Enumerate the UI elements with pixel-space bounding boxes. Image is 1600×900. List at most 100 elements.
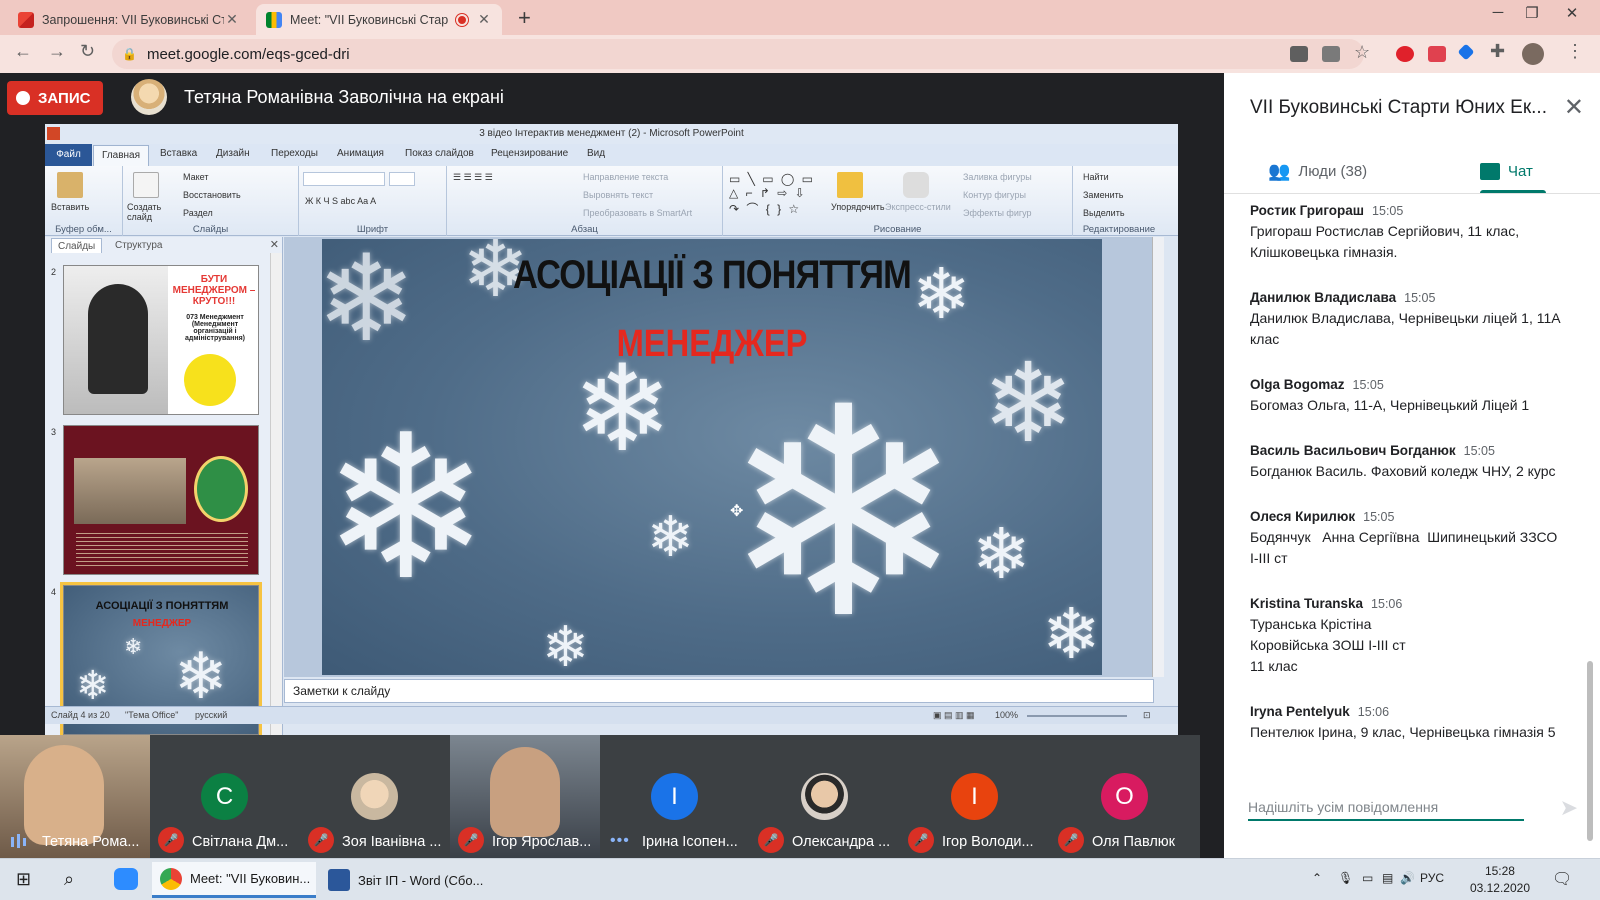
tab-chat[interactable]: Чат	[1480, 149, 1533, 193]
quick-styles-button[interactable]: Экспресс-стили	[885, 202, 951, 212]
thumb-title: БУТИ МЕНЕДЖЕРОМ – КРУТО!!!	[172, 274, 256, 307]
tab-meet[interactable]: Meet: "VII Буковинські Стар ✕	[256, 4, 502, 35]
new-tab-button[interactable]: +	[518, 5, 531, 31]
ribbon-tab-view[interactable]: Вид	[587, 148, 605, 159]
zoom-app-icon[interactable]	[114, 868, 138, 890]
bookmark-star-icon[interactable]: ☆	[1354, 42, 1370, 63]
text-direction-button[interactable]: Направление текста	[583, 172, 668, 182]
view-buttons[interactable]: ▣ ▤ ▥ ▦	[933, 710, 975, 721]
search-icon[interactable]: ⌕	[64, 869, 74, 890]
participant-tile[interactable]: Тетяна Рома...	[0, 735, 150, 858]
close-window-button[interactable]: ✕	[1552, 4, 1592, 22]
shapes-gallery[interactable]: ▭ ╲ ▭ ◯ ▭ △ ⌐ ↱ ⇨ ⇩ ↷ ⌒ { } ☆	[729, 172, 815, 217]
blue-extension-icon[interactable]	[1457, 43, 1475, 61]
find-button[interactable]: Найти	[1083, 172, 1109, 182]
current-slide[interactable]: ❄ ❄ ❄ ❄ ❄ ❄ ❄ ❄ ❄ ❄ ❄ АСОЦІАЦІЇ З ПОНЯТТ…	[322, 239, 1102, 675]
snowflake-icon: ❄	[76, 664, 110, 708]
arrange-icon	[837, 172, 863, 198]
battery-icon[interactable]: ▭	[1362, 871, 1373, 885]
back-icon[interactable]: ←	[14, 41, 32, 62]
slide-thumbnail[interactable]	[63, 425, 259, 575]
close-tab-icon[interactable]: ✕	[476, 11, 492, 28]
thumb-number: 4	[51, 587, 57, 597]
layout-button[interactable]: Макет	[183, 172, 208, 182]
notifications-icon[interactable]: 🗨	[1552, 869, 1572, 889]
url-bar[interactable]: 🔒 meet.google.com/eqs-gced-dri	[112, 39, 1364, 69]
chat-input[interactable]: Надішліть усім повідомлення	[1248, 791, 1524, 821]
zoom-slider[interactable]	[1027, 715, 1127, 717]
ribbon-tab-design[interactable]: Дизайн	[216, 148, 250, 159]
recording-badge[interactable]: ЗАПИС	[7, 81, 103, 115]
ribbon-tab-slideshow[interactable]: Показ слайдов	[405, 148, 474, 159]
message-line: Григораш Ростислав Сергійович, 11 клас,	[1250, 223, 1520, 239]
participant-video	[24, 745, 104, 845]
slide-notes[interactable]: Заметки к слайду	[284, 679, 1154, 703]
ribbon-tab-animation[interactable]: Анимация	[337, 148, 384, 159]
tray-chevron-icon[interactable]: ⌃	[1312, 871, 1322, 885]
extensions-puzzle-icon[interactable]: ✚	[1490, 41, 1505, 62]
participant-tile[interactable]: І 🎤 Ігор Володи...	[900, 735, 1050, 858]
taskbar-clock[interactable]: 15:28 03.12.2020	[1470, 863, 1530, 897]
shape-fill-button[interactable]: Заливка фигуры	[963, 172, 1032, 182]
reload-icon[interactable]: ↻	[80, 41, 95, 62]
section-button[interactable]: Раздел	[183, 208, 213, 218]
participant-tile[interactable]: 🎤 Олександра ...	[750, 735, 900, 858]
forward-icon[interactable]: →	[48, 41, 66, 62]
ribbon-tab-home[interactable]: Главная	[93, 145, 149, 166]
input-language[interactable]: РУС	[1420, 871, 1444, 885]
replace-button[interactable]: Заменить	[1083, 190, 1123, 200]
font-name-dropdown[interactable]	[303, 172, 385, 186]
new-slide-button[interactable]: Создать слайд	[127, 202, 167, 222]
participant-tile[interactable]: 🎤 Зоя Іванівна ...	[300, 735, 450, 858]
reset-button[interactable]: Восстановить	[183, 190, 241, 200]
pocket-extension-icon[interactable]	[1428, 46, 1446, 62]
microphone-tray-icon[interactable]: 🎙	[1338, 871, 1353, 885]
close-tab-icon[interactable]: ✕	[224, 11, 240, 28]
slide-thumbnail[interactable]: БУТИ МЕНЕДЖЕРОМ – КРУТО!!! 073 Менеджмен…	[63, 265, 259, 415]
close-panel-icon[interactable]: ✕	[1564, 93, 1584, 122]
taskbar-app-label: Звіт ІП - Word (Сбо...	[358, 872, 484, 888]
participant-name: Ігор Володи...	[942, 834, 1034, 850]
ribbon-tab-transitions[interactable]: Переходы	[271, 148, 318, 159]
ribbon-tab-insert[interactable]: Вставка	[160, 148, 197, 159]
ribbon-tab-review[interactable]: Рецензирование	[491, 148, 568, 159]
send-icon[interactable]: ➤	[1560, 795, 1578, 821]
tab-people[interactable]: 👥 Люди (38)	[1268, 149, 1367, 193]
translate-icon[interactable]	[1322, 46, 1340, 62]
slide-editor-scrollbar[interactable]	[1152, 237, 1164, 677]
slide-counter: Слайд 4 из 20	[51, 710, 110, 720]
profile-avatar[interactable]	[1522, 43, 1544, 65]
participant-tile[interactable]: 🎤 Ігор Ярослав...	[450, 735, 600, 858]
arrange-button[interactable]: Упорядочить	[831, 202, 885, 212]
opera-extension-icon[interactable]	[1396, 46, 1414, 62]
tab-gmail-invite[interactable]: Запрошення: VII Буковинські Ст ✕	[8, 4, 250, 35]
close-pane-icon[interactable]: ✕	[270, 238, 279, 251]
taskbar-app-word[interactable]: Звіт ІП - Word (Сбо...	[320, 862, 484, 898]
pane-tab-outline[interactable]: Структура	[109, 238, 168, 253]
participant-tile[interactable]: С 🎤 Світлана Дм...	[150, 735, 300, 858]
maximize-button[interactable]: ❐	[1512, 4, 1552, 22]
pane-tab-slides[interactable]: Слайды	[51, 238, 103, 253]
message-time: 15:05	[1372, 204, 1404, 218]
volume-icon[interactable]: 🔊	[1400, 871, 1415, 885]
menu-dots-icon[interactable]: ⋮	[1566, 41, 1584, 62]
ribbon-tab-file[interactable]: Файл	[45, 144, 92, 166]
participant-tile[interactable]: І ••• Ірина Ісопен...	[600, 735, 750, 858]
shape-outline-button[interactable]: Контур фигуры	[963, 190, 1026, 200]
windows-start-icon[interactable]: ⊞	[16, 869, 31, 890]
taskbar-app-chrome[interactable]: Meet: "VII Буковин...	[152, 862, 316, 898]
chat-message: Iryna Pentelyuk 15:06 Пентелюк Ірина, 9 к…	[1250, 704, 1570, 743]
camera-icon[interactable]	[1290, 46, 1308, 62]
smartart-button[interactable]: Преобразовать в SmartArt	[583, 208, 692, 218]
shape-effects-button[interactable]: Эффекты фигур	[963, 208, 1032, 218]
list-buttons[interactable]: ☰ ☰ ☰ ☰	[453, 172, 493, 183]
chat-scrollbar[interactable]	[1587, 661, 1593, 841]
fit-window-icon[interactable]: ⊡	[1143, 710, 1151, 721]
font-format-buttons[interactable]: Ж К Ч S abc Aa A	[305, 196, 376, 206]
select-button[interactable]: Выделить	[1083, 208, 1125, 218]
participant-tile[interactable]: О 🎤 Оля Павлюк	[1050, 735, 1200, 858]
paste-button[interactable]: Вставить	[51, 202, 89, 212]
font-size-dropdown[interactable]	[389, 172, 415, 186]
align-text-button[interactable]: Выровнять текст	[583, 190, 653, 200]
network-icon[interactable]: ▤	[1382, 871, 1393, 885]
